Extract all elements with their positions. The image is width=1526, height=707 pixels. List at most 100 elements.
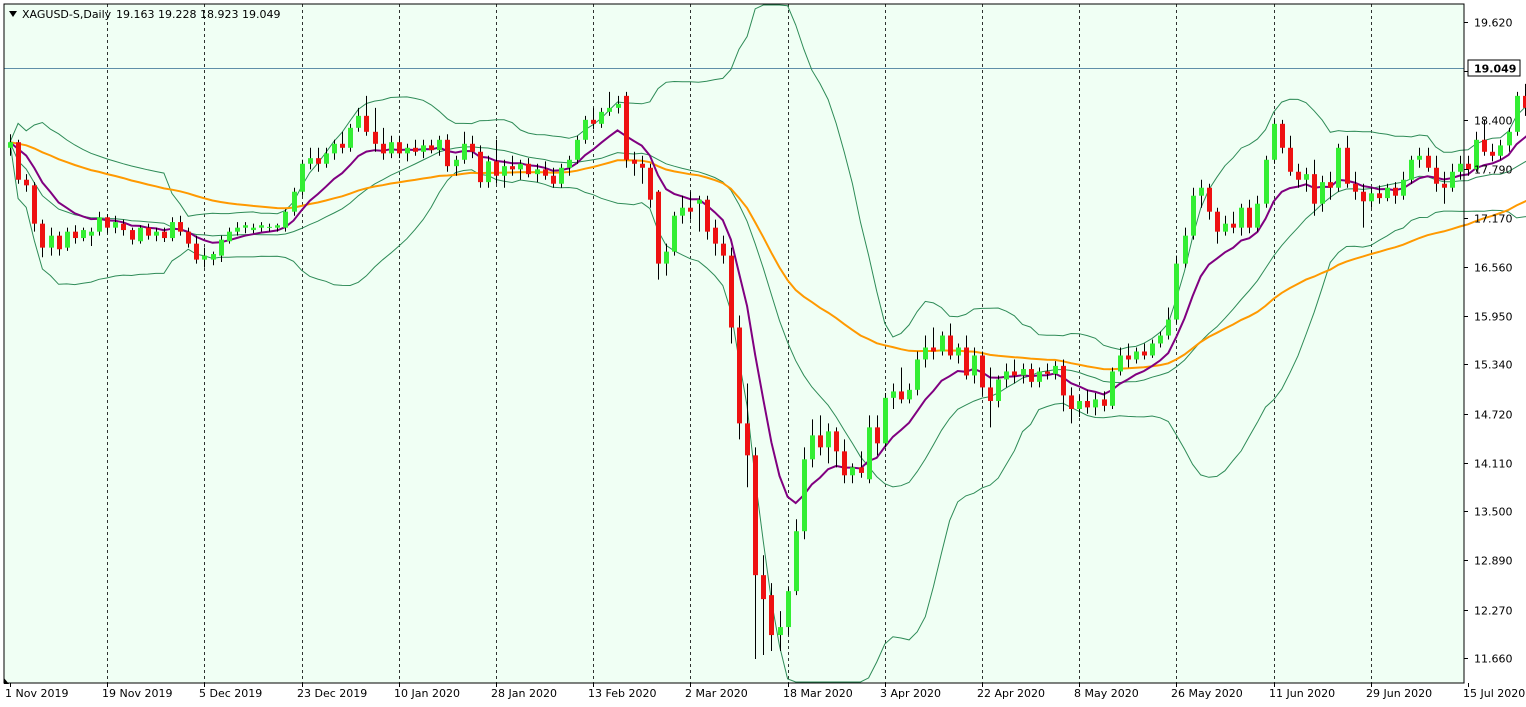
candle-body-bull [972, 355, 977, 376]
candle-body-bull [583, 119, 588, 140]
candle-body-bull [867, 427, 872, 480]
candle-body-bull [1369, 193, 1374, 202]
candle-body-bear [551, 175, 556, 184]
candle [1490, 143, 1495, 162]
candle-body-bull [1110, 371, 1115, 406]
time-axis-label: 15 Jul 2020 [1463, 687, 1525, 700]
candle-body-bear [1328, 182, 1333, 188]
price-axis-label: 12.270 [1474, 605, 1513, 618]
candle [1110, 367, 1115, 410]
price-axis-label: 16.560 [1474, 262, 1513, 275]
candle-body-bear [470, 143, 475, 152]
candle-body-bear [543, 169, 548, 176]
candle-body-bull [1264, 159, 1269, 204]
candle-body-bear [713, 227, 718, 244]
candle-body-bull [1401, 179, 1406, 196]
candle-body-bull [778, 627, 783, 636]
candle-body-bull [211, 254, 216, 260]
candle-body-bear [1442, 183, 1447, 188]
candle [883, 393, 888, 448]
candle-body-bear [769, 595, 774, 636]
candle-body-bear [1142, 351, 1147, 356]
candle-body-bear [753, 455, 758, 576]
candle-body-bear [24, 179, 29, 186]
candle-body-bull [462, 143, 467, 160]
candle [575, 135, 580, 164]
candle-body-bear [1393, 187, 1398, 196]
candle-body-bear [948, 335, 953, 356]
candle-body-bull [1272, 123, 1277, 160]
price-axis[interactable]: 19.62019.01018.40017.79017.17016.56015.9… [1464, 17, 1513, 666]
candle-body-bull [1053, 365, 1058, 374]
candle-body-bear [931, 347, 936, 352]
symbol-timeframe-label: XAGUSD-S,Daily [22, 8, 112, 21]
candle-body-bull [170, 222, 175, 239]
candle-body-bull [1385, 187, 1390, 199]
candle-body-bull [227, 231, 232, 242]
candle-body-bear [146, 227, 151, 236]
candle-body-bull [1515, 95, 1520, 132]
candle-body-bull [292, 191, 297, 212]
candle-body-bear [648, 167, 653, 200]
price-axis-label: 19.620 [1474, 17, 1513, 30]
current-price-tag: 19.049 [1467, 59, 1521, 77]
candle-body-bear [57, 235, 62, 250]
candle-body-bear [186, 231, 191, 244]
candle-body-bear [1045, 371, 1050, 374]
candle [802, 447, 807, 540]
candle-body-bull [559, 167, 564, 184]
candle-body-bear [340, 143, 345, 148]
price-axis-label: 18.400 [1474, 115, 1513, 128]
candle-body-bull [915, 359, 920, 390]
candle-body-bear [1231, 223, 1236, 228]
candle-body-bear [1061, 365, 1066, 396]
candle-body-bear [1215, 211, 1220, 232]
candle-body-bear [494, 161, 499, 176]
candle-body-bear [373, 131, 378, 144]
candle-body-bull [850, 467, 855, 476]
candle-body-bull [1320, 182, 1325, 204]
candle-body-bear [316, 158, 321, 164]
chart-canvas[interactable]: 19.62019.01018.40017.79017.17016.56015.9… [0, 0, 1526, 707]
candle-body-bear [842, 451, 847, 476]
candle-body-bull [8, 142, 13, 148]
candle [737, 315, 742, 440]
candle-body-bull [421, 145, 426, 152]
time-axis-label: 1 Nov 2019 [5, 687, 68, 700]
candle-body-bull [680, 207, 685, 216]
candle-body-bull [567, 159, 572, 168]
time-axis-label: 29 Jun 2020 [1366, 687, 1432, 700]
candle [1336, 143, 1341, 192]
candle-body-bear [761, 575, 766, 600]
candle-body-bull [1134, 351, 1139, 360]
time-axis-label: 2 Mar 2020 [685, 687, 748, 700]
candle [1174, 255, 1179, 324]
time-axis-label: 13 Feb 2020 [588, 687, 656, 700]
candle-body-bull [802, 459, 807, 532]
candle-body-bear [16, 142, 21, 180]
candle-body-bull [616, 103, 621, 108]
candle-body-bear [721, 243, 726, 256]
candle-body-bear [178, 222, 183, 232]
candle-body-bull [923, 347, 928, 360]
candle-body-bear [1466, 163, 1471, 170]
candle-body-bull [1458, 163, 1463, 172]
candle-body-bear [1280, 123, 1285, 148]
candle-body-bear [1012, 371, 1017, 376]
price-axis-label: 11.660 [1474, 653, 1513, 666]
candle-body-bull [575, 139, 580, 160]
time-axis-label: 11 Jun 2020 [1269, 687, 1335, 700]
candle-body-bear [1345, 147, 1350, 184]
candle-body-bull [1239, 207, 1244, 228]
candle-body-bear [1126, 355, 1131, 360]
candle-body-bull [202, 255, 207, 260]
candle-body-bull [1417, 155, 1422, 160]
candle-body-bear [397, 142, 402, 154]
candle-body-bear [510, 166, 515, 170]
candle-body-bear [40, 223, 45, 248]
candle-body-bear [656, 191, 661, 264]
candle-body-bull [1498, 145, 1503, 156]
time-axis[interactable]: 1 Nov 2019 19 Nov 2019 5 Dec 2019 23 Dec 20… [5, 683, 1525, 700]
candle-body-bear [429, 145, 434, 151]
candle-body-bear [1490, 151, 1495, 156]
